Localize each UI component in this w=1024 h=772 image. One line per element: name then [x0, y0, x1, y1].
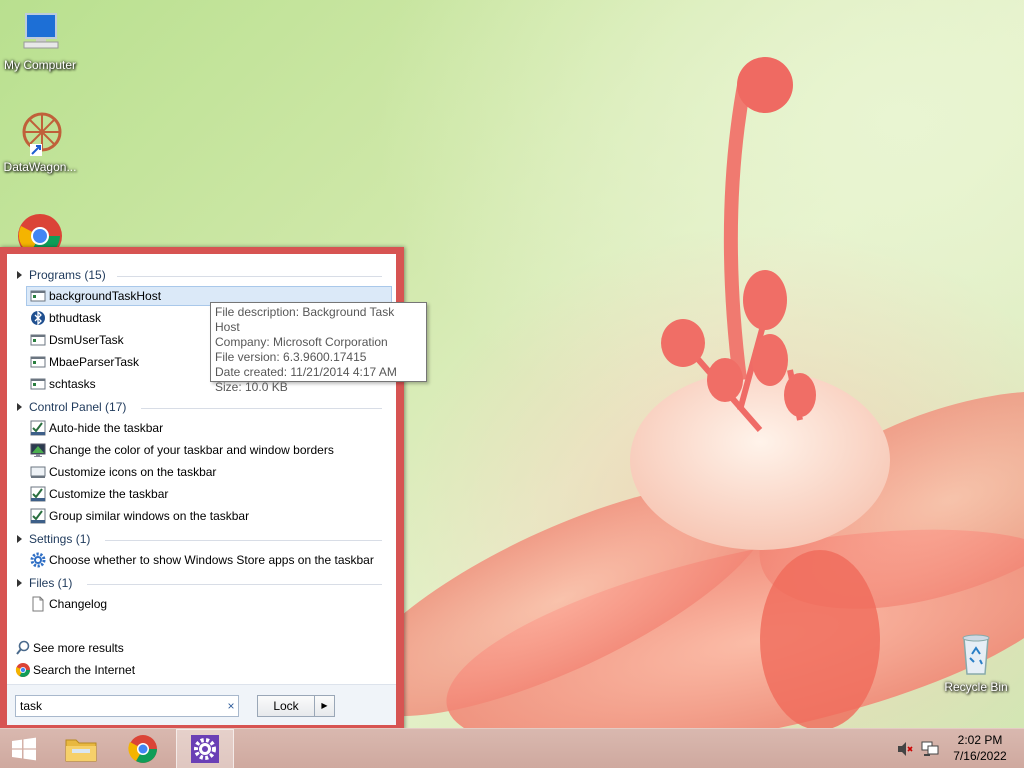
tooltip-line: File description: Background Task Host [215, 305, 395, 334]
desktop-icon-label: Recycle Bin [944, 680, 1008, 694]
taskbar-checklist-icon [30, 508, 46, 524]
expand-triangle-icon [17, 535, 22, 543]
document-icon [30, 596, 46, 612]
divider [105, 540, 382, 541]
windows-logo-icon [12, 737, 36, 761]
desktop-icon-datawagon[interactable]: DataWagon... [0, 110, 80, 174]
lock-button[interactable]: Lock [257, 695, 315, 717]
expand-triangle-icon [17, 403, 22, 411]
search-result-customize-icons[interactable]: Customize icons on the taskbar [26, 462, 392, 482]
search-result-store-apps-taskbar[interactable]: Choose whether to show Windows Store app… [26, 550, 392, 570]
search-result-changelog[interactable]: Changelog [26, 594, 392, 614]
desktop-icon-recycle-bin[interactable]: Recycle Bin [936, 630, 1016, 694]
start-button[interactable] [0, 729, 48, 769]
app-window-icon [30, 354, 46, 370]
desktop-icon-label: My Computer [3, 58, 77, 72]
app-window-icon [30, 376, 46, 392]
chrome-icon [128, 735, 157, 763]
tooltip-line: Size: 10.0 KB [215, 380, 288, 394]
color-monitor-icon [30, 442, 46, 458]
bluetooth-icon [30, 310, 46, 326]
app-window-icon [30, 288, 46, 304]
group-header-control-panel[interactable]: Control Panel (17) [17, 400, 387, 416]
expand-triangle-icon [17, 579, 22, 587]
group-header-settings[interactable]: Settings (1) [17, 532, 387, 548]
app-window-icon [30, 332, 46, 348]
tooltip-line: Date created: 11/21/2014 4:17 AM [215, 365, 397, 379]
divider [117, 276, 382, 277]
clock-date: 7/16/2022 [953, 749, 1007, 763]
tooltip-line: Company: Microsoft Corporation [215, 335, 388, 349]
divider [141, 408, 382, 409]
network-icon[interactable] [920, 740, 940, 758]
file-explorer-button[interactable] [58, 729, 104, 769]
tooltip-line: File version: 6.3.9600.17415 [215, 350, 367, 364]
recycle-bin-icon [952, 630, 1000, 678]
chrome-button[interactable] [120, 729, 166, 769]
computer-icon [16, 8, 64, 56]
group-header-files[interactable]: Files (1) [17, 576, 387, 592]
clear-search-icon[interactable]: × [223, 698, 239, 714]
group-header-programs[interactable]: Programs (15) [17, 268, 387, 284]
start-search-bar: × Lock ▶ [7, 684, 396, 725]
divider [87, 584, 382, 585]
folder-icon [65, 739, 97, 762]
search-result-auto-hide-taskbar[interactable]: Auto-hide the taskbar [26, 418, 392, 438]
settings-gear-icon [30, 552, 46, 568]
search-result-customize-taskbar[interactable]: Customize the taskbar [26, 484, 392, 504]
clock-time: 2:02 PM [957, 733, 1003, 747]
search-result-group-similar-windows[interactable]: Group similar windows on the taskbar [26, 506, 392, 526]
file-info-tooltip: File description: Background Task Host C… [210, 302, 427, 394]
taskbar-checklist-icon [30, 486, 46, 502]
search-icon [15, 640, 31, 656]
desktop-icon-my-computer[interactable]: My Computer [0, 8, 80, 72]
settings-app-button[interactable] [176, 729, 234, 769]
expand-triangle-icon [17, 271, 22, 279]
notification-icons-icon [30, 464, 46, 480]
taskbar: 2:02 PM 7/16/2022 [0, 728, 1024, 769]
datawagon-icon [16, 110, 64, 158]
taskbar-clock[interactable]: 2:02 PM 7/16/2022 [950, 732, 1010, 764]
chrome-icon [15, 662, 31, 678]
search-result-change-color[interactable]: Change the color of your taskbar and win… [26, 440, 392, 460]
taskbar-checklist-icon [30, 420, 46, 436]
desktop-icon-label: DataWagon... [3, 160, 77, 174]
volume-muted-icon[interactable] [896, 740, 914, 758]
settings-gear-icon [191, 735, 219, 763]
start-search-input[interactable] [15, 695, 239, 717]
power-options-arrow-button[interactable]: ▶ [315, 695, 335, 717]
